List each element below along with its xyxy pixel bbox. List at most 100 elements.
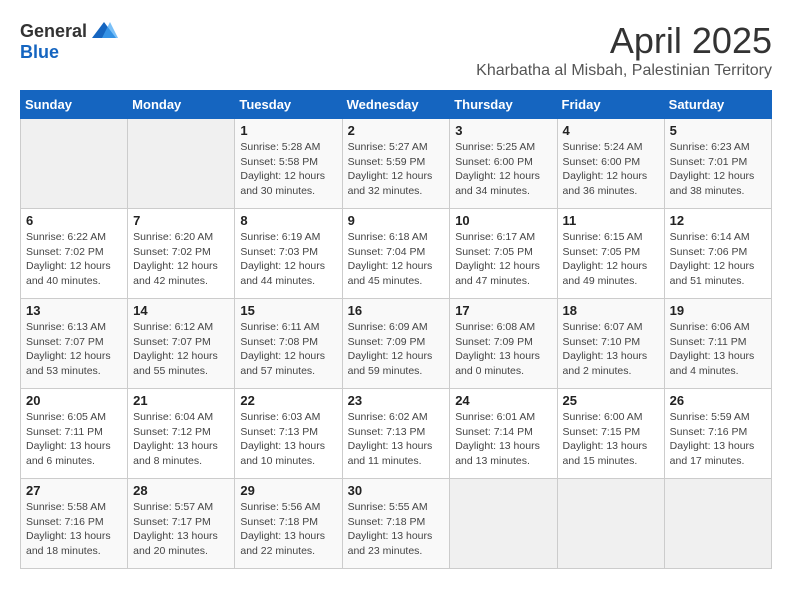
day-number: 9 (348, 213, 445, 228)
day-info: Sunrise: 5:58 AM Sunset: 7:16 PM Dayligh… (26, 500, 122, 559)
calendar-cell: 27 Sunrise: 5:58 AM Sunset: 7:16 PM Dayli… (21, 479, 128, 569)
day-info: Sunrise: 6:19 AM Sunset: 7:03 PM Dayligh… (240, 230, 336, 289)
calendar-cell: 8 Sunrise: 6:19 AM Sunset: 7:03 PM Daylig… (235, 209, 342, 299)
title-area: April 2025 Kharbatha al Misbah, Palestin… (476, 20, 772, 80)
calendar-cell: 16Sunrise: 6:09 AM Sunset: 7:09 PM Dayli… (342, 299, 450, 389)
column-header-wednesday: Wednesday (342, 91, 450, 119)
column-header-sunday: Sunday (21, 91, 128, 119)
calendar-cell: 2 Sunrise: 5:27 AM Sunset: 5:59 PM Daylig… (342, 119, 450, 209)
calendar-cell: 25Sunrise: 6:00 AM Sunset: 7:15 PM Dayli… (557, 389, 664, 479)
day-number: 8 (240, 213, 336, 228)
calendar-cell: 19 Sunrise: 6:06 AM Sunset: 7:11 PM Dayli… (664, 299, 771, 389)
day-number: 1 (240, 123, 336, 138)
day-info: Sunrise: 6:05 AM Sunset: 7:11 PM Dayligh… (26, 410, 122, 469)
day-number: 24 (455, 393, 551, 408)
day-info: Sunrise: 6:06 AM Sunset: 7:11 PM Dayligh… (670, 320, 766, 379)
day-number: 17 (455, 303, 551, 318)
day-info: Sunrise: 5:25 AM Sunset: 6:00 PM Dayligh… (455, 140, 551, 199)
header: General Blue April 2025 Kharbatha al Mis… (20, 20, 772, 80)
day-number: 15 (240, 303, 336, 318)
calendar: SundayMondayTuesdayWednesdayThursdayFrid… (20, 90, 772, 569)
calendar-cell: 23 Sunrise: 6:02 AM Sunset: 7:13 PM Dayli… (342, 389, 450, 479)
day-number: 19 (670, 303, 766, 318)
calendar-cell: 18 Sunrise: 6:07 AM Sunset: 7:10 PM Dayli… (557, 299, 664, 389)
calendar-cell: 30 Sunrise: 5:55 AM Sunset: 7:18 PM Dayli… (342, 479, 450, 569)
day-number: 12 (670, 213, 766, 228)
calendar-cell: 21 Sunrise: 6:04 AM Sunset: 7:12 PM Dayli… (128, 389, 235, 479)
calendar-cell: 10 Sunrise: 6:17 AM Sunset: 7:05 PM Dayli… (450, 209, 557, 299)
day-info: Sunrise: 6:02 AM Sunset: 7:13 PM Dayligh… (348, 410, 445, 469)
location-title: Kharbatha al Misbah, Palestinian Territo… (476, 62, 772, 80)
calendar-cell (664, 479, 771, 569)
calendar-cell: 28Sunrise: 5:57 AM Sunset: 7:17 PM Dayli… (128, 479, 235, 569)
calendar-cell: 5Sunrise: 6:23 AM Sunset: 7:01 PM Daylig… (664, 119, 771, 209)
day-info: Sunrise: 6:13 AM Sunset: 7:07 PM Dayligh… (26, 320, 122, 379)
day-info: Sunrise: 5:24 AM Sunset: 6:00 PM Dayligh… (563, 140, 659, 199)
day-info: Sunrise: 5:59 AM Sunset: 7:16 PM Dayligh… (670, 410, 766, 469)
day-info: Sunrise: 6:01 AM Sunset: 7:14 PM Dayligh… (455, 410, 551, 469)
day-info: Sunrise: 5:56 AM Sunset: 7:18 PM Dayligh… (240, 500, 336, 559)
calendar-cell: 1 Sunrise: 5:28 AM Sunset: 5:58 PM Daylig… (235, 119, 342, 209)
day-info: Sunrise: 6:17 AM Sunset: 7:05 PM Dayligh… (455, 230, 551, 289)
calendar-cell (128, 119, 235, 209)
column-header-tuesday: Tuesday (235, 91, 342, 119)
calendar-cell: 7Sunrise: 6:20 AM Sunset: 7:02 PM Daylig… (128, 209, 235, 299)
logo-general: General (20, 21, 87, 42)
day-info: Sunrise: 6:23 AM Sunset: 7:01 PM Dayligh… (670, 140, 766, 199)
calendar-cell: 11 Sunrise: 6:15 AM Sunset: 7:05 PM Dayli… (557, 209, 664, 299)
logo: General Blue (20, 20, 118, 63)
column-header-saturday: Saturday (664, 91, 771, 119)
day-info: Sunrise: 6:11 AM Sunset: 7:08 PM Dayligh… (240, 320, 336, 379)
calendar-cell: 12Sunrise: 6:14 AM Sunset: 7:06 PM Dayli… (664, 209, 771, 299)
day-info: Sunrise: 6:20 AM Sunset: 7:02 PM Dayligh… (133, 230, 229, 289)
day-info: Sunrise: 5:55 AM Sunset: 7:18 PM Dayligh… (348, 500, 445, 559)
day-info: Sunrise: 6:22 AM Sunset: 7:02 PM Dayligh… (26, 230, 122, 289)
day-number: 13 (26, 303, 122, 318)
logo-icon (90, 20, 118, 42)
day-number: 14 (133, 303, 229, 318)
day-number: 26 (670, 393, 766, 408)
day-number: 25 (563, 393, 659, 408)
day-number: 6 (26, 213, 122, 228)
day-number: 20 (26, 393, 122, 408)
day-info: Sunrise: 6:12 AM Sunset: 7:07 PM Dayligh… (133, 320, 229, 379)
day-number: 23 (348, 393, 445, 408)
calendar-cell: 24 Sunrise: 6:01 AM Sunset: 7:14 PM Dayli… (450, 389, 557, 479)
day-info: Sunrise: 6:15 AM Sunset: 7:05 PM Dayligh… (563, 230, 659, 289)
day-number: 2 (348, 123, 445, 138)
day-info: Sunrise: 5:27 AM Sunset: 5:59 PM Dayligh… (348, 140, 445, 199)
day-info: Sunrise: 6:07 AM Sunset: 7:10 PM Dayligh… (563, 320, 659, 379)
day-info: Sunrise: 6:08 AM Sunset: 7:09 PM Dayligh… (455, 320, 551, 379)
day-number: 28 (133, 483, 229, 498)
day-number: 21 (133, 393, 229, 408)
calendar-cell: 6 Sunrise: 6:22 AM Sunset: 7:02 PM Daylig… (21, 209, 128, 299)
day-info: Sunrise: 6:09 AM Sunset: 7:09 PM Dayligh… (348, 320, 445, 379)
calendar-cell (450, 479, 557, 569)
calendar-cell (21, 119, 128, 209)
calendar-cell: 15 Sunrise: 6:11 AM Sunset: 7:08 PM Dayli… (235, 299, 342, 389)
day-info: Sunrise: 6:03 AM Sunset: 7:13 PM Dayligh… (240, 410, 336, 469)
day-number: 3 (455, 123, 551, 138)
calendar-cell: 3 Sunrise: 5:25 AM Sunset: 6:00 PM Daylig… (450, 119, 557, 209)
day-number: 29 (240, 483, 336, 498)
column-header-thursday: Thursday (450, 91, 557, 119)
day-number: 10 (455, 213, 551, 228)
day-number: 11 (563, 213, 659, 228)
day-info: Sunrise: 5:28 AM Sunset: 5:58 PM Dayligh… (240, 140, 336, 199)
calendar-cell: 9Sunrise: 6:18 AM Sunset: 7:04 PM Daylig… (342, 209, 450, 299)
calendar-cell: 13 Sunrise: 6:13 AM Sunset: 7:07 PM Dayli… (21, 299, 128, 389)
day-number: 4 (563, 123, 659, 138)
calendar-cell: 22 Sunrise: 6:03 AM Sunset: 7:13 PM Dayli… (235, 389, 342, 479)
month-title: April 2025 (476, 20, 772, 62)
column-header-friday: Friday (557, 91, 664, 119)
day-number: 22 (240, 393, 336, 408)
calendar-cell: 14 Sunrise: 6:12 AM Sunset: 7:07 PM Dayli… (128, 299, 235, 389)
day-info: Sunrise: 6:04 AM Sunset: 7:12 PM Dayligh… (133, 410, 229, 469)
logo-blue: Blue (20, 42, 59, 63)
calendar-cell (557, 479, 664, 569)
calendar-cell: 4 Sunrise: 5:24 AM Sunset: 6:00 PM Daylig… (557, 119, 664, 209)
day-number: 30 (348, 483, 445, 498)
calendar-cell: 17 Sunrise: 6:08 AM Sunset: 7:09 PM Dayli… (450, 299, 557, 389)
day-number: 18 (563, 303, 659, 318)
day-number: 27 (26, 483, 122, 498)
